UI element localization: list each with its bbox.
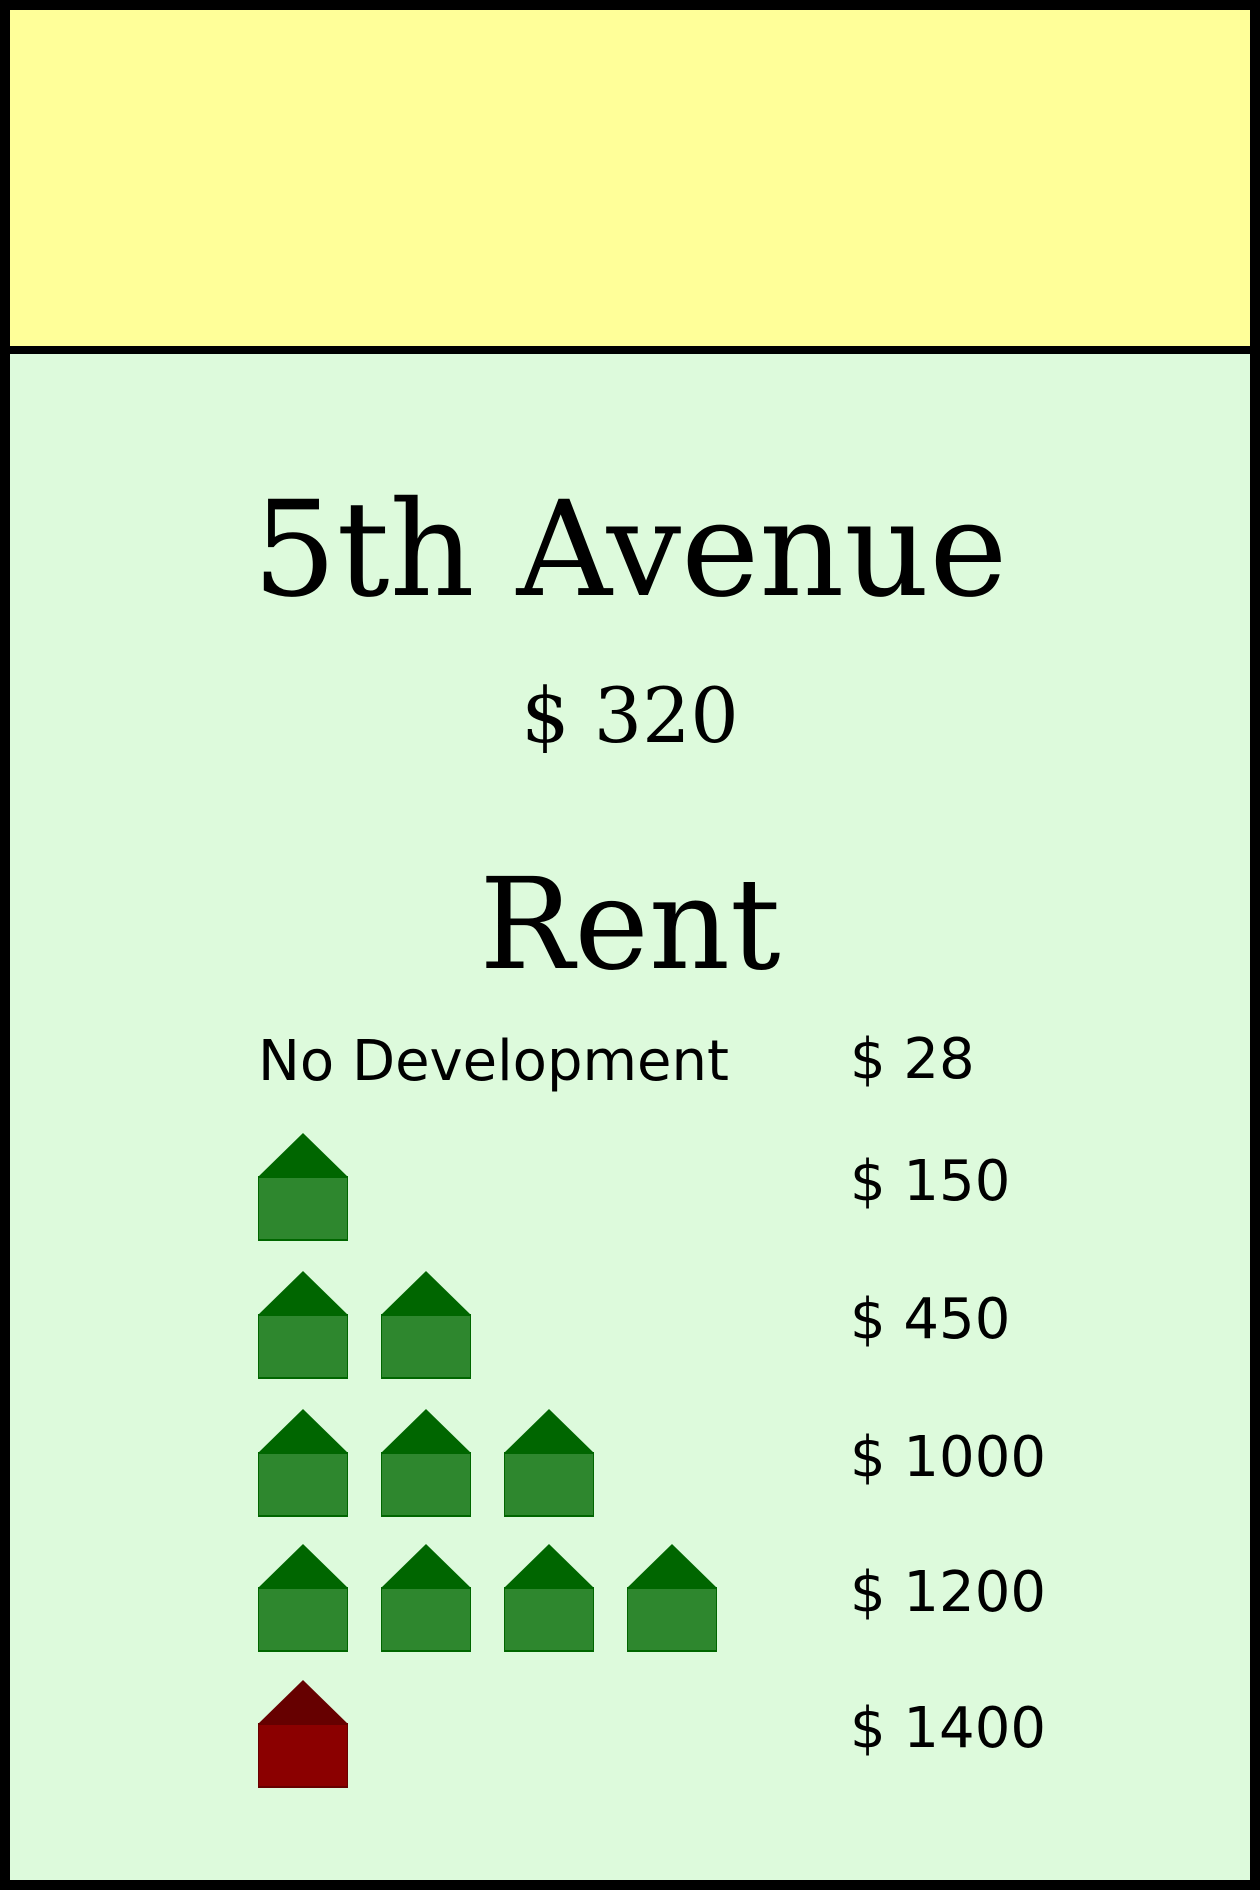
rent-amount: $ 150 xyxy=(850,1149,1011,1214)
property-title: 5th Avenue xyxy=(252,473,1008,627)
house-icon xyxy=(258,1544,348,1652)
rent-row-hotel: $ 1400 xyxy=(248,1679,1148,1789)
house-icon xyxy=(258,1409,348,1517)
rent-row-2-houses: $ 450 xyxy=(248,1270,1148,1380)
rent-amount: $ 450 xyxy=(850,1287,1011,1352)
house-icon xyxy=(504,1544,594,1652)
rent-label: No Development xyxy=(258,1029,729,1094)
rent-row-1-house: $ 150 xyxy=(248,1132,1148,1242)
house-icon xyxy=(381,1271,471,1379)
property-card: 5th Avenue $ 320 Rent No Development $ 28… xyxy=(0,0,1260,1890)
rent-row-3-houses: $ 1000 xyxy=(248,1408,1148,1518)
house-icon xyxy=(627,1544,717,1652)
house-icon xyxy=(381,1544,471,1652)
color-band xyxy=(10,10,1250,354)
house-icon xyxy=(258,1133,348,1241)
house-icon xyxy=(258,1271,348,1379)
rent-row-no-development: No Development $ 28 xyxy=(248,1022,1148,1132)
rent-amount: $ 28 xyxy=(850,1027,975,1092)
rent-amount: $ 1000 xyxy=(850,1425,1046,1490)
rent-amount: $ 1400 xyxy=(850,1696,1046,1761)
rent-amount: $ 1200 xyxy=(850,1560,1046,1625)
property-price: $ 320 xyxy=(521,671,739,760)
rent-heading: Rent xyxy=(479,851,781,998)
house-icon xyxy=(381,1409,471,1517)
rent-row-4-houses: $ 1200 xyxy=(248,1543,1148,1653)
hotel-icon xyxy=(258,1680,348,1788)
house-icon xyxy=(504,1409,594,1517)
